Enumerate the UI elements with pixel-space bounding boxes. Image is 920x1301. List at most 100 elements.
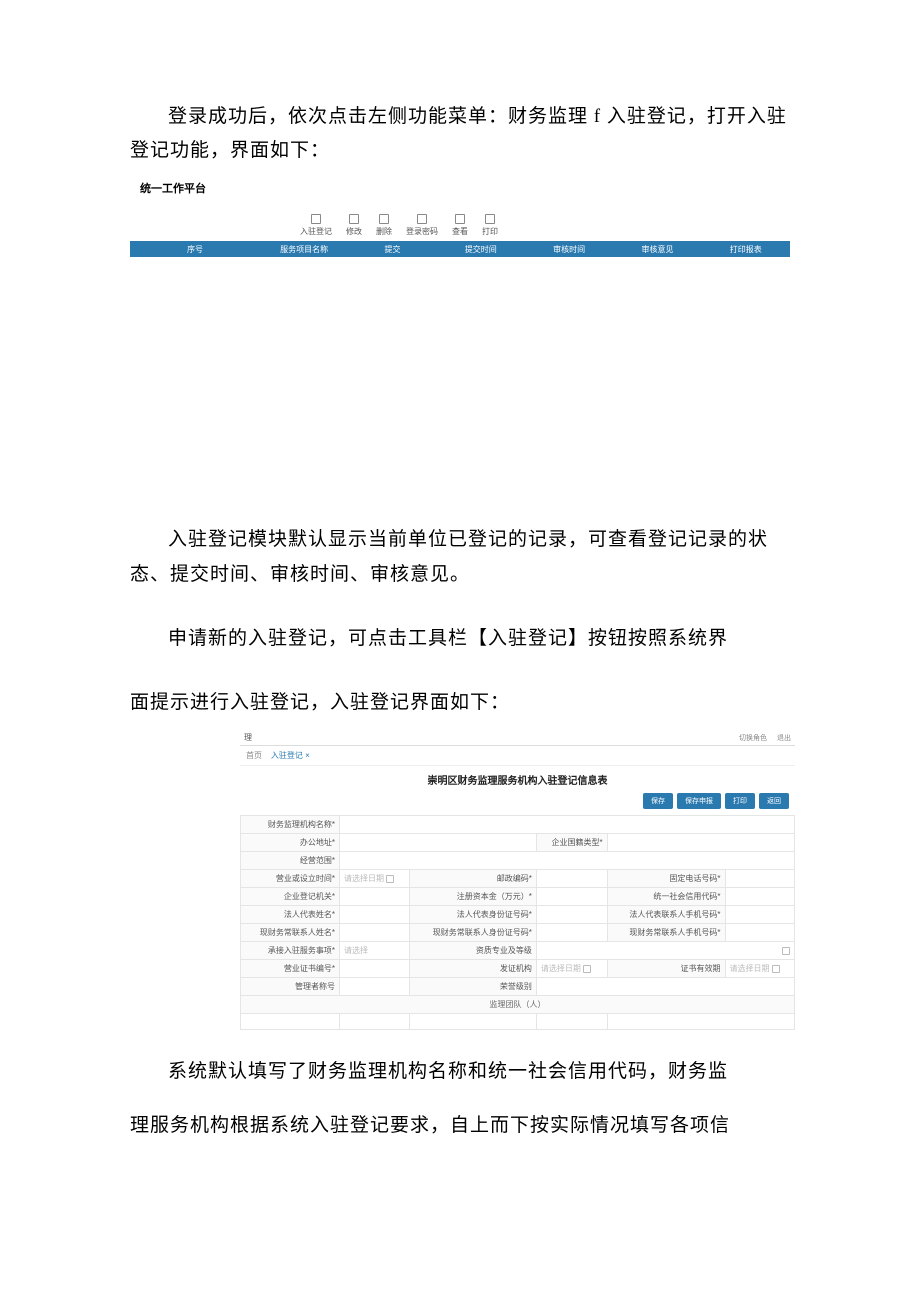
lbl-reg-cap: 注册资本金（万元）* [409,888,536,906]
col-submit: 提交 [348,244,436,255]
plus-icon [311,214,321,224]
lbl-svc-contact: 现财务常联系人姓名* [241,924,340,942]
paragraph-6: 理服务机构根据系统入驻登记要求，自上而下按实际情况填写各项信 [130,1109,790,1143]
lbl-cert-no: 营业证书编号* [241,960,340,978]
input-svc-items[interactable]: 请选择 [340,942,409,960]
paragraph-3: 申请新的入驻登记，可点击工具栏【入驻登记】按钮按照系统界 [130,622,790,656]
paragraph-2: 入驻登记模块默认显示当前单位已登记的记录，可查看登记记录的状态、提交时间、审核时… [130,523,790,591]
edit-icon [349,214,359,224]
input-legal-mobile[interactable] [725,906,795,924]
input-svc-contact-id[interactable] [536,924,607,942]
logout-link[interactable]: 退出 [777,733,791,743]
input-uscc[interactable] [725,888,795,906]
input-expire[interactable]: 请选择日期 [725,960,795,978]
form-action-row: 保存 保存申报 打印 返回 [240,791,795,815]
subcol-3 [409,1014,536,1030]
subcol-4 [536,1014,607,1030]
col-submit-time: 提交时间 [437,244,525,255]
switch-role-link[interactable]: 切换角色 [739,733,767,743]
calendar-icon [772,965,780,973]
input-tel[interactable] [725,870,795,888]
crumb-register[interactable]: 入驻登记 × [271,751,310,760]
input-svc-major[interactable] [536,942,794,960]
input-svc-contact-mobile[interactable] [725,924,795,942]
lbl-legal-mobile: 法人代表联系人手机号码* [607,906,725,924]
subcol-5 [607,1014,794,1030]
paragraph-5: 系统默认填写了财务监理机构名称和统一社会信用代码，财务监 [130,1055,790,1089]
lbl-svc-contact-id: 现财务常联系人身份证号码* [409,924,536,942]
form-title: 崇明区财务监理服务机构入驻登记信息表 [240,766,795,791]
input-svc-contact[interactable] [340,924,409,942]
lbl-legal: 法人代表姓名* [241,906,340,924]
calendar-icon [583,965,591,973]
lbl-svc-items: 承接入驻服务事项* [241,942,340,960]
print-button[interactable]: 打印 [725,793,755,809]
toolbar-print[interactable]: 打印 [482,214,498,237]
toolbar-password[interactable]: 登录密码 [406,214,438,237]
calendar-icon [386,875,394,883]
list-table-body-empty [130,257,790,263]
subcol-2 [340,1014,409,1030]
lbl-reg-agency: 企业登记机关* [241,888,340,906]
lbl-uscc: 统一社会信用代码* [607,888,725,906]
screenshot-platform-list: 统一工作平台 入驻登记 修改 删除 登录密码 查看 打印 序号 服务项目名称 提… [130,180,790,263]
input-addr[interactable] [340,834,537,852]
input-zip[interactable] [536,870,607,888]
input-legal-id[interactable] [536,906,607,924]
screenshot-register-form: 理 切换角色 退出 首页 入驻登记 × 崇明区财务监理服务机构入驻登记信息表 保… [240,730,795,1030]
crumb-home[interactable]: 首页 [246,751,262,760]
save-submit-button[interactable]: 保存申报 [677,793,721,809]
col-review-opinion: 审核意见 [613,244,701,255]
lbl-org-name: 财务监理机构名称* [241,816,340,834]
input-reg-cap[interactable] [536,888,607,906]
subcol-1 [241,1014,340,1030]
input-firm-nationality[interactable] [607,834,794,852]
lbl-mgr-cert: 管理者称号 [241,978,340,996]
lbl-tel: 固定电话号码* [607,870,725,888]
lbl-addr: 办公地址* [241,834,340,852]
key-icon [417,214,427,224]
lbl-firm-type: 企业国籍类型* [536,834,607,852]
input-reg-agency[interactable] [340,888,409,906]
paragraph-1: 登录成功后，依次点击左侧功能菜单：财务监理 f 入驻登记，打开入驻登记功能，界面… [130,100,790,168]
input-honor[interactable] [536,978,794,996]
back-button[interactable]: 返回 [759,793,789,809]
col-service-name: 服务项目名称 [260,244,348,255]
col-seq: 序号 [130,244,260,255]
toolbar-edit[interactable]: 修改 [346,214,362,237]
input-mgr-cert[interactable] [340,978,409,996]
toolbar-delete[interactable]: 删除 [376,214,392,237]
input-scope[interactable] [340,852,795,870]
input-est-date[interactable]: 请选择日期 [340,870,409,888]
form-topbar: 理 切换角色 退出 [240,730,795,746]
input-issue-date[interactable]: 请选择日期 [536,960,607,978]
toolbar: 入驻登记 修改 删除 登录密码 查看 打印 [130,214,790,237]
lbl-svc-major: 资质专业及等级 [409,942,536,960]
lbl-scope: 经营范围* [241,852,340,870]
breadcrumb: 首页 入驻登记 × [240,746,795,766]
print-icon [485,214,495,224]
input-cert-no[interactable] [340,960,409,978]
toolbar-view[interactable]: 查看 [452,214,468,237]
lbl-issue-org: 发证机构 [409,960,536,978]
lbl-zip: 邮政编码* [409,870,536,888]
eye-icon [455,214,465,224]
app-title: 统一工作平台 [140,180,790,196]
logo-text: 理 [244,732,252,743]
lbl-svc-contact-mobile: 现财务常联系人手机号码* [607,924,725,942]
col-review-time: 审核时间 [525,244,613,255]
input-legal[interactable] [340,906,409,924]
input-org-name[interactable] [340,816,795,834]
save-button[interactable]: 保存 [643,793,673,809]
register-form-table: 财务监理机构名称* 办公地址* 企业国籍类型* 经营范围* 营业或设立时间* 请… [240,815,795,1030]
lbl-honor: 荣誉级别 [409,978,536,996]
paragraph-4: 面提示进行入驻登记，入驻登记界面如下： [130,686,790,720]
picker-icon [782,947,790,955]
list-table-header: 序号 服务项目名称 提交 提交时间 审核时间 审核意见 打印报表 [130,241,790,257]
trash-icon [379,214,389,224]
toolbar-register[interactable]: 入驻登记 [300,214,332,237]
section-team: 监理团队（人） [241,996,795,1014]
lbl-legal-id: 法人代表身份证号码* [409,906,536,924]
col-print-report: 打印报表 [702,244,790,255]
lbl-est-date: 营业或设立时间* [241,870,340,888]
